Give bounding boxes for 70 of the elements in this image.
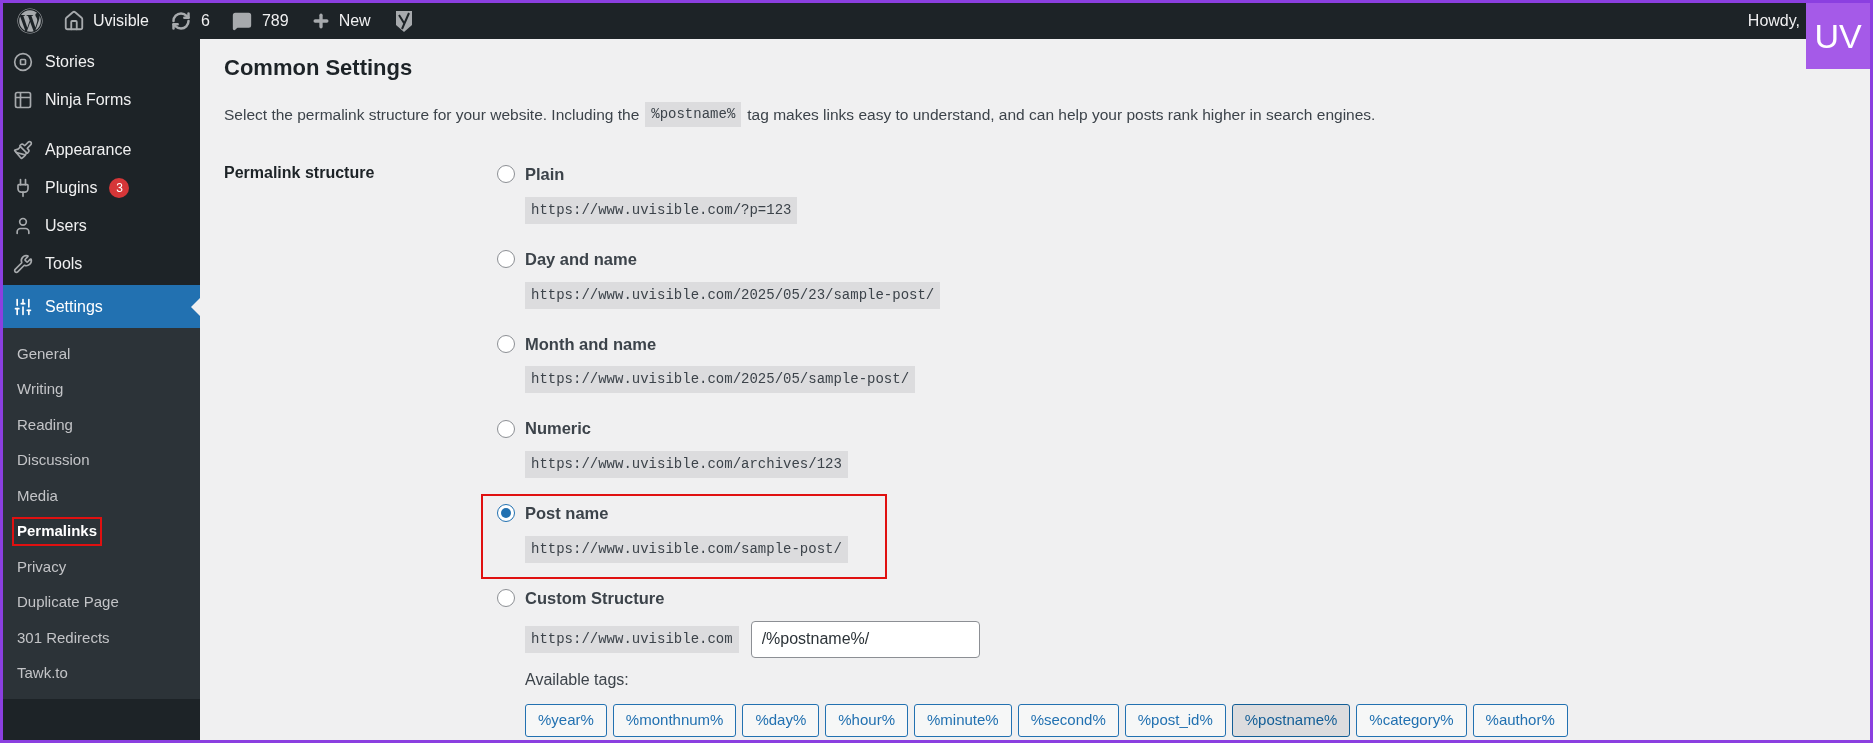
sidebar-item[interactable]: Settings (3, 285, 200, 328)
radio-button[interactable] (497, 250, 515, 269)
url-example: https://www.uvisible.com/?p=123 (525, 196, 798, 224)
home-icon[interactable] (63, 10, 85, 32)
logo-icon[interactable] (17, 8, 43, 34)
tag-button[interactable]: %minute% (913, 703, 1012, 737)
paintbrush-icon (13, 140, 33, 160)
submenu-item[interactable]: Privacy (12, 552, 72, 581)
url-example: https://www.uvisible.com/2025/05/23/sample-post/ (525, 281, 941, 309)
radio-button[interactable] (497, 165, 515, 184)
radio-button[interactable] (497, 419, 515, 438)
sidebar-item[interactable]: Users (3, 207, 200, 245)
structure-input[interactable]: /%postname%/ (750, 620, 980, 658)
tag-button[interactable]: %hour% (825, 703, 908, 737)
comment-icon[interactable] (231, 11, 252, 31)
url-example: https://www.uvisible.com/archives/123 (525, 451, 848, 478)
url-example: https://www.uvisible.com/2025/05/sample-post/ (525, 366, 916, 394)
sidebar-item[interactable]: Ninja Forms (3, 81, 200, 119)
stop-circle-icon (13, 52, 33, 72)
section-title: Common Settings (224, 54, 414, 82)
tag-button[interactable]: %category% (1356, 703, 1467, 737)
count-badge: 3 (109, 178, 130, 198)
description-text: tag makes links easy to understand, and can help your posts rank higher in search engines. (747, 104, 1376, 125)
tag-button[interactable]: %second% (1017, 703, 1119, 737)
option-label[interactable]: Custom Structure (525, 585, 665, 611)
submenu-item[interactable]: Discussion (12, 446, 95, 475)
option-label[interactable]: Month and name (525, 331, 657, 357)
radio-button[interactable] (497, 334, 515, 353)
tag-button[interactable]: %postname% (1231, 703, 1351, 737)
submenu-item[interactable]: 301 Redirects (12, 623, 115, 652)
radio-button[interactable] (497, 504, 515, 523)
submenu-item[interactable]: Permalinks (12, 517, 103, 546)
submenu-item[interactable]: Reading (12, 410, 78, 439)
updates-count[interactable]: 6 (201, 9, 210, 33)
option-label[interactable]: Post name (525, 501, 609, 526)
tags-label: Available tags: (525, 669, 630, 690)
sidebar-item[interactable]: Stories (3, 43, 200, 81)
tag-button[interactable]: %year% (525, 703, 607, 737)
submenu-item[interactable]: Media (12, 481, 63, 510)
field-label: Permalink structure (224, 163, 376, 183)
code-tag: %postname% (645, 102, 742, 127)
radio-button[interactable] (497, 589, 515, 608)
sidebar-item[interactable]: Plugins 3 (3, 169, 200, 207)
site-name-link[interactable]: Uvisible (93, 9, 149, 33)
greeting-text[interactable]: Howdy, (1747, 9, 1800, 33)
submenu-item[interactable]: Duplicate Page (12, 588, 124, 617)
url-example: https://www.uvisible.com/sample-post/ (525, 535, 848, 563)
wrench-icon (13, 254, 33, 274)
settings-icon (13, 296, 33, 317)
current-pointer-icon (191, 298, 200, 316)
refresh-icon[interactable] (171, 11, 191, 31)
tag-button[interactable]: %day% (742, 703, 820, 737)
submenu-item[interactable]: Tawk.to (12, 659, 73, 688)
user-icon (13, 216, 33, 236)
url-example: https://www.uvisible.com (525, 625, 739, 653)
tag-button[interactable]: %monthnum% (612, 703, 737, 737)
table-icon (13, 90, 33, 110)
submenu-item[interactable]: General (12, 339, 76, 368)
tag-button[interactable]: %author% (1472, 703, 1568, 737)
brand-logo: UV (1806, 3, 1870, 69)
option-label[interactable]: Day and name (525, 246, 637, 272)
tag-button[interactable]: %post_id% (1124, 703, 1226, 737)
comments-count[interactable]: 789 (261, 9, 289, 33)
option-label[interactable]: Numeric (525, 416, 592, 441)
sidebar-item[interactable]: Appearance (3, 131, 200, 169)
submenu-item[interactable]: Writing (12, 375, 69, 404)
description-text: Select the permalink structure for your website. Including the (224, 104, 640, 125)
option-label[interactable]: Plain (525, 162, 565, 187)
new-link[interactable]: New (338, 9, 371, 33)
sidebar-item[interactable]: Tools (3, 245, 200, 283)
